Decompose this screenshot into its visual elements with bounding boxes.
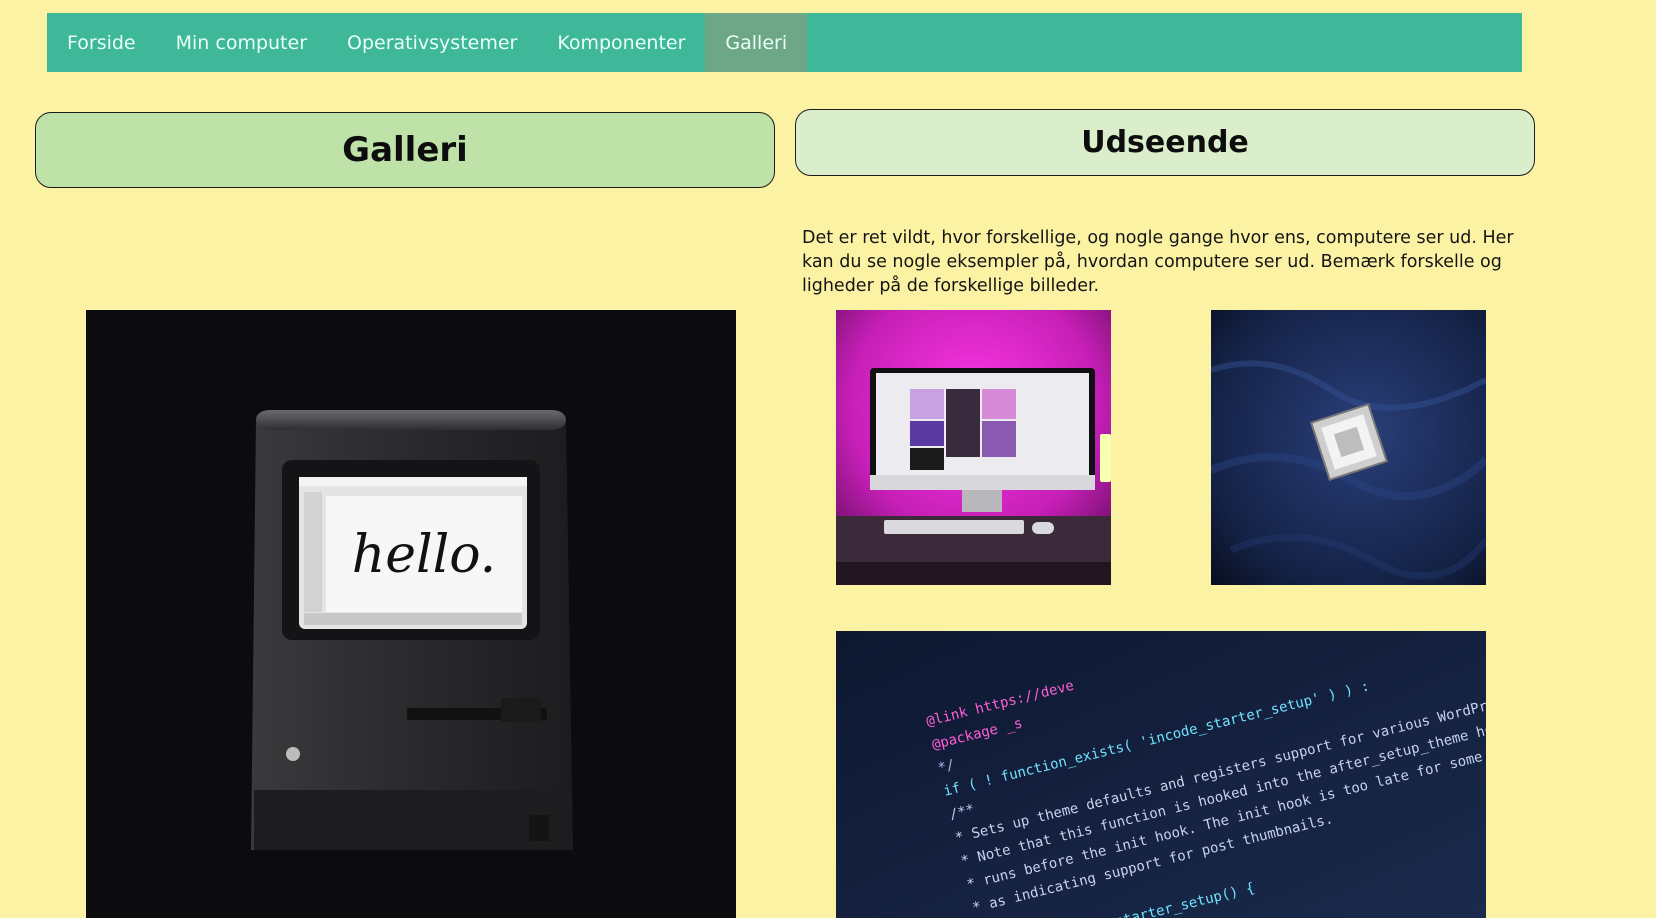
- classic-mac-image: hello.: [86, 310, 736, 918]
- nav-item-forside[interactable]: Forside: [47, 13, 156, 72]
- main-navbar: Forside Min computer Operativsystemer Ko…: [47, 13, 1522, 72]
- galleri-heading: Galleri: [35, 112, 775, 188]
- code-screen-image: @link https://deve @package _s */ if ( !…: [836, 631, 1486, 918]
- nav-item-min-computer[interactable]: Min computer: [156, 13, 327, 72]
- cpu-chip-image: [1211, 310, 1486, 585]
- nav-item-operativsystemer[interactable]: Operativsystemer: [327, 13, 537, 72]
- mac-screen-text: hello.: [352, 525, 496, 585]
- imac-desk-image: [836, 310, 1111, 585]
- svg-text:hello.: hello.: [352, 525, 496, 585]
- nav-item-galleri[interactable]: Galleri: [705, 13, 808, 72]
- udseende-heading: Udseende: [795, 109, 1535, 176]
- nav-item-komponenter[interactable]: Komponenter: [537, 13, 705, 72]
- intro-text: Det er ret vildt, hvor forskellige, og n…: [802, 227, 1514, 296]
